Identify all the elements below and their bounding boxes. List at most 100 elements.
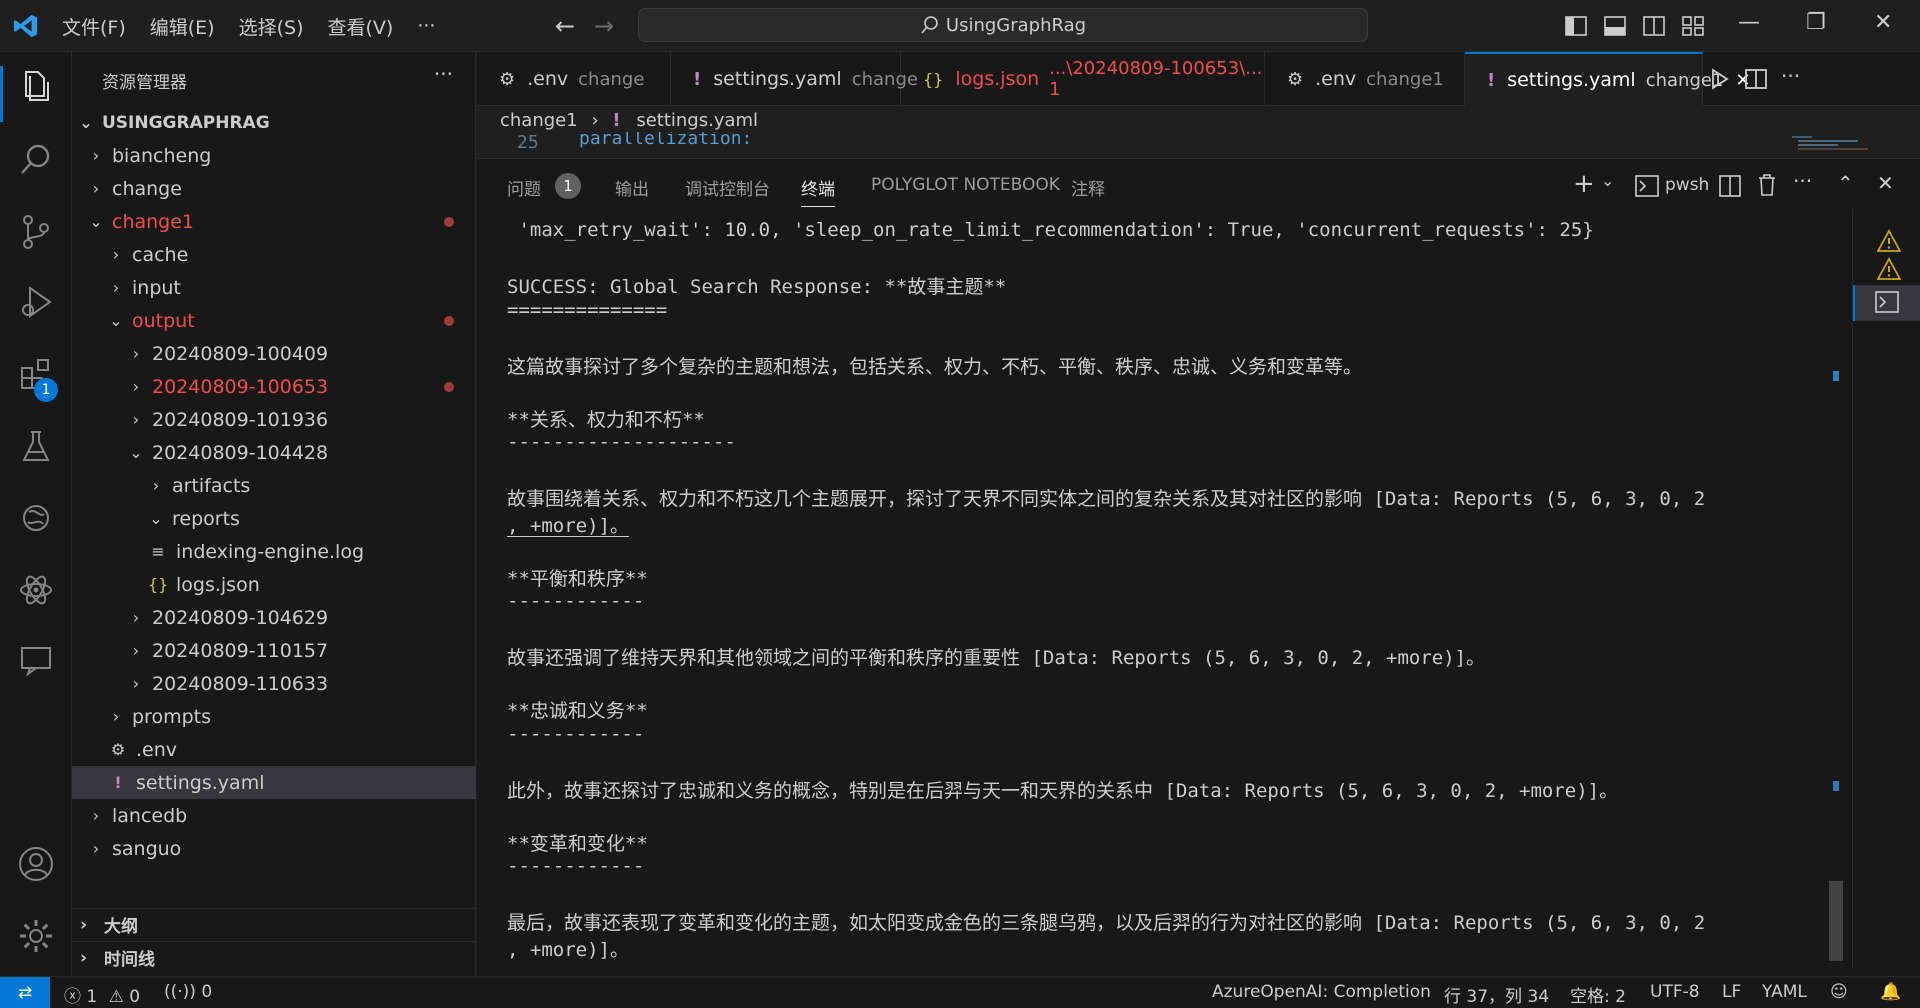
- close-window-icon[interactable]: ✕: [1874, 10, 1892, 35]
- folder-item[interactable]: › lancedb: [72, 799, 476, 832]
- warning-icon[interactable]: [1877, 257, 1901, 281]
- chevron-down-icon[interactable]: ⌄: [1601, 171, 1614, 190]
- menu-view[interactable]: 查看(V): [328, 13, 394, 40]
- file-item[interactable]: ! settings.yaml: [72, 766, 476, 799]
- react-atom-icon[interactable]: [16, 570, 56, 610]
- menu-selection[interactable]: 选择(S): [239, 13, 304, 40]
- warning-icon[interactable]: [1877, 229, 1901, 253]
- cursor-position[interactable]: 行 37，列 34: [1444, 982, 1549, 1007]
- restore-icon[interactable]: ❐: [1806, 10, 1826, 35]
- panel-tab-terminal[interactable]: 终端: [801, 175, 835, 207]
- folder-item[interactable]: › biancheng: [72, 139, 476, 172]
- folder-item[interactable]: › cache: [72, 238, 476, 271]
- remote-indicator-icon[interactable]: ⇄: [0, 977, 50, 1008]
- outline-section[interactable]: › 大纲: [72, 908, 476, 940]
- tree-item-label: cache: [132, 243, 189, 266]
- file-item[interactable]: ⚙ .env: [72, 733, 476, 766]
- problems-status[interactable]: ⓧ 1 ⚠ 0: [64, 982, 140, 1007]
- toggle-secondary-sidebar-icon[interactable]: [1642, 14, 1666, 38]
- toggle-panel-icon[interactable]: [1603, 14, 1627, 38]
- tree-item-label: input: [132, 276, 181, 299]
- folder-item[interactable]: › input: [72, 271, 476, 304]
- eol-status[interactable]: LF: [1722, 982, 1741, 1002]
- menu-edit[interactable]: 编辑(E): [150, 13, 215, 40]
- breadcrumb-file[interactable]: settings.yaml: [636, 110, 758, 131]
- accounts-icon[interactable]: [16, 844, 56, 884]
- run-debug-icon[interactable]: [16, 282, 56, 322]
- panel-tab-polyglot-notebook[interactable]: POLYGLOT NOTEBOOK: [871, 175, 1060, 195]
- tab-env-change[interactable]: ⚙ .env change: [477, 52, 671, 106]
- command-center-search[interactable]: UsingGraphRag: [638, 8, 1368, 42]
- terminal-shell-name[interactable]: pwsh: [1665, 175, 1709, 195]
- chevron-right-icon: ›: [92, 839, 100, 858]
- terminal-instance-selected[interactable]: [1853, 285, 1920, 321]
- folder-item[interactable]: › 20240809-104629: [72, 601, 476, 634]
- file-item[interactable]: ≡ indexing-engine.log: [72, 535, 476, 568]
- new-terminal-plus-icon[interactable]: +: [1573, 169, 1595, 199]
- timeline-section[interactable]: › 时间线: [72, 941, 476, 973]
- minimap[interactable]: [1790, 132, 1890, 156]
- panel-tab-debug-console[interactable]: 调试控制台: [685, 175, 770, 200]
- remote-chat-icon[interactable]: [16, 640, 56, 680]
- copilot-icon[interactable]: ☺: [1830, 982, 1848, 1002]
- tab-logs-json[interactable]: {} logs.json ...\20240809-100653\... 1: [901, 52, 1265, 106]
- code-line[interactable]: parallelization:: [579, 132, 752, 149]
- folder-item[interactable]: ⌄ reports: [72, 502, 476, 535]
- maximize-panel-icon[interactable]: ⌃: [1837, 171, 1854, 195]
- forward-arrow-icon[interactable]: →: [594, 12, 614, 40]
- split-terminal-icon[interactable]: [1719, 175, 1741, 197]
- folder-item[interactable]: › change: [72, 172, 476, 205]
- vscode-logo-icon[interactable]: [12, 13, 40, 39]
- chevron-right-icon: ›: [152, 476, 160, 495]
- workspace-root[interactable]: ⌄ USINGGRAPHRAG: [72, 106, 476, 139]
- tab-settings-change[interactable]: ! settings.yaml change: [671, 52, 918, 106]
- trash-icon[interactable]: [1757, 173, 1777, 197]
- indentation-status[interactable]: 空格: 2: [1570, 982, 1626, 1007]
- settings-gear-icon[interactable]: [16, 916, 56, 956]
- file-item[interactable]: {} logs.json: [72, 568, 476, 601]
- explorer-icon[interactable]: [16, 66, 56, 106]
- folder-item[interactable]: ⌄ change1: [72, 205, 476, 238]
- search-sidebar-icon[interactable]: [16, 140, 56, 180]
- gear-icon: ⚙: [499, 68, 516, 90]
- encoding-status[interactable]: UTF-8: [1650, 982, 1700, 1002]
- folder-item[interactable]: › 20240809-101936: [72, 403, 476, 436]
- folder-item[interactable]: › sanguo: [72, 832, 476, 865]
- tab-env-change1[interactable]: ⚙ .env change1: [1265, 52, 1465, 106]
- panel-tab-output[interactable]: 输出: [615, 175, 649, 200]
- terminal-scrollbar[interactable]: [1829, 221, 1843, 961]
- explorer-more-button[interactable]: ···: [434, 62, 453, 86]
- editor-more-icon[interactable]: ···: [1781, 64, 1800, 88]
- source-control-icon[interactable]: [16, 212, 56, 252]
- close-panel-icon[interactable]: ✕: [1877, 171, 1894, 195]
- language-mode[interactable]: YAML: [1762, 982, 1807, 1002]
- back-arrow-icon[interactable]: ←: [555, 12, 575, 40]
- python-extension-icon[interactable]: [16, 498, 56, 538]
- tab-settings-change1[interactable]: ! settings.yaml change1 ✕: [1465, 52, 1751, 106]
- panel-tab-comments[interactable]: 注释: [1071, 175, 1105, 200]
- folder-item[interactable]: › 20240809-110633: [72, 667, 476, 700]
- folder-item[interactable]: › prompts: [72, 700, 476, 733]
- testing-flask-icon[interactable]: [16, 426, 56, 466]
- folder-item[interactable]: ⌄ 20240809-104428: [72, 436, 476, 469]
- model-status[interactable]: AzureOpenAI: Completion: [1212, 982, 1431, 1002]
- panel-more-icon[interactable]: ···: [1793, 169, 1812, 193]
- menu-more[interactable]: ···: [417, 15, 435, 37]
- folder-item[interactable]: › 20240809-100653: [72, 370, 476, 403]
- notifications-bell-icon[interactable]: 🔔: [1880, 982, 1901, 1002]
- terminal-output[interactable]: 'max_retry_wait': 10.0, 'sleep_on_rate_l…: [507, 219, 1837, 959]
- breadcrumb-folder[interactable]: change1: [500, 110, 578, 131]
- panel-tab-problems[interactable]: 问题: [507, 175, 541, 200]
- toggle-primary-sidebar-icon[interactable]: [1564, 14, 1588, 38]
- customize-layout-icon[interactable]: [1681, 14, 1705, 38]
- split-editor-icon[interactable]: [1743, 66, 1769, 92]
- minimize-icon[interactable]: —: [1738, 10, 1760, 35]
- folder-item[interactable]: ⌄ output: [72, 304, 476, 337]
- ports-status[interactable]: ((·)) 0: [164, 982, 212, 1002]
- folder-item[interactable]: › artifacts: [72, 469, 476, 502]
- menu-file[interactable]: 文件(F): [62, 13, 126, 40]
- run-icon[interactable]: [1706, 66, 1732, 92]
- folder-item[interactable]: › 20240809-110157: [72, 634, 476, 667]
- folder-item[interactable]: › 20240809-100409: [72, 337, 476, 370]
- tree-item-label: prompts: [132, 705, 211, 728]
